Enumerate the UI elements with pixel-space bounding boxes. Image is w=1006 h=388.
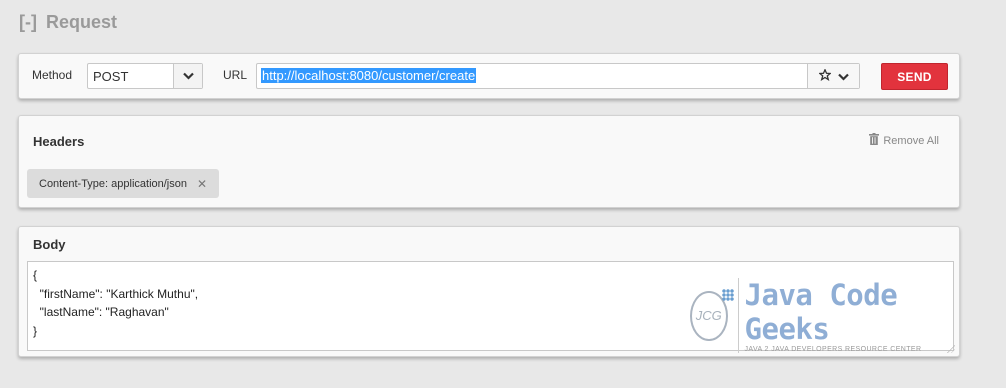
url-selected-text: http://localhost:8080/customer/create (261, 68, 477, 83)
trash-icon (869, 133, 880, 148)
url-tools (807, 64, 859, 88)
headers-title: Headers (33, 134, 85, 149)
body-title: Body (33, 237, 66, 252)
watermark-logo: JCG Java Code Geeks JAVA 2 JAVA DEVELOPE… (690, 278, 930, 353)
section-title-label: Request (46, 12, 118, 32)
request-panel: Method POST URL http://localhost:8080/cu… (18, 53, 960, 99)
body-panel: Body { "firstName": "Karthick Muthu", "l… (18, 226, 960, 357)
chevron-down-icon[interactable] (837, 69, 849, 84)
watermark-text: Java Code Geeks JAVA 2 JAVA DEVELOPERS R… (737, 278, 930, 353)
close-icon[interactable]: ✕ (197, 177, 207, 191)
header-chip[interactable]: Content-Type: application/json ✕ (27, 169, 220, 198)
remove-all-button[interactable]: Remove All (869, 133, 939, 148)
send-button[interactable]: SEND (881, 63, 948, 90)
headers-panel: Headers Remove All Content-Type: applica… (18, 115, 960, 208)
header-chip-label: Content-Type: application/json (39, 177, 187, 190)
chevron-down-icon[interactable] (173, 64, 202, 88)
method-label: Method (32, 68, 73, 82)
collapse-toggle[interactable]: [-] (19, 12, 37, 32)
logo-text: JCG (695, 308, 722, 323)
method-select[interactable]: POST (87, 63, 203, 89)
resize-grip-icon[interactable] (947, 345, 955, 353)
star-icon[interactable] (817, 67, 832, 84)
method-value: POST (93, 69, 129, 84)
jcg-logo-icon: JCG (690, 288, 733, 341)
remove-all-label: Remove All (883, 134, 939, 147)
watermark-tagline: JAVA 2 JAVA DEVELOPERS RESOURCE CENTER (744, 346, 922, 353)
url-input[interactable]: http://localhost:8080/customer/create (257, 64, 808, 88)
url-label: URL (223, 68, 248, 82)
request-section-title[interactable]: [-] Request (19, 12, 117, 33)
watermark-brand: Java Code Geeks (744, 278, 898, 346)
url-field: http://localhost:8080/customer/create (256, 63, 860, 89)
